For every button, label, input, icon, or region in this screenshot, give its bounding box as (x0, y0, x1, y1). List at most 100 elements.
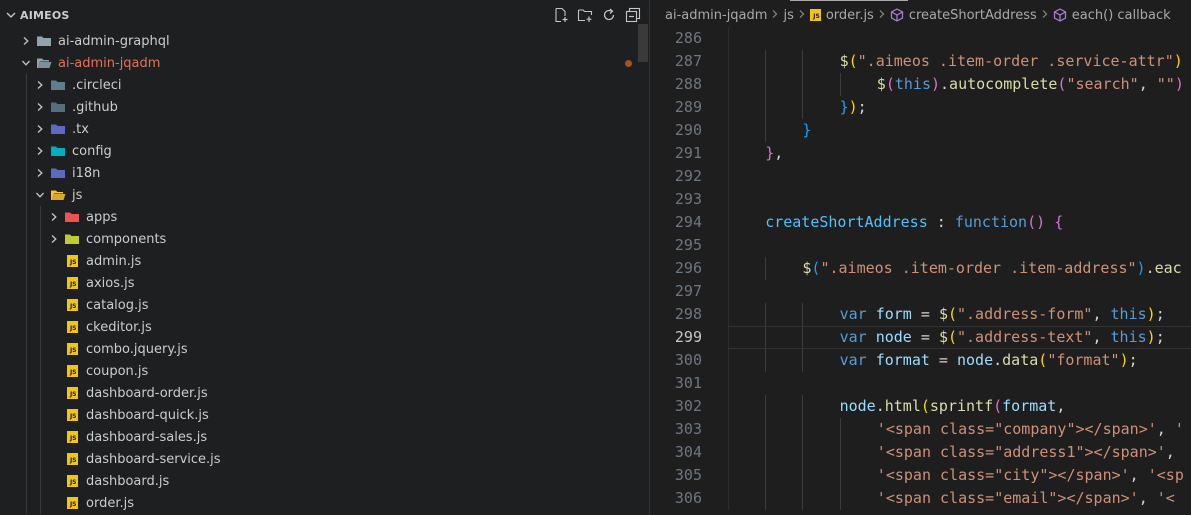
code-token: { (1054, 213, 1064, 231)
chevron-right-icon[interactable] (46, 209, 62, 225)
line-number: 299 (674, 328, 702, 346)
code-line[interactable]: 304 '<span class="address1"></span>', (650, 441, 1191, 464)
new-folder-icon[interactable] (577, 7, 593, 23)
code-token: $ (938, 328, 948, 346)
indent-guide (839, 487, 841, 510)
js-file-icon: JS (64, 385, 80, 401)
code-line[interactable]: 294 createShortAddress : function() { (650, 211, 1191, 234)
breadcrumb-item[interactable]: createShortAddress (890, 8, 1037, 23)
js-file-icon: JS (64, 341, 80, 357)
tree-folder-item[interactable]: .github (0, 96, 649, 118)
tree-file-item[interactable]: JS combo.jquery.js (0, 338, 649, 360)
tree-item-label: .circleci (72, 77, 122, 93)
code-area[interactable]: 286 287 $(".aimeos .item-order .service-at… (650, 27, 1191, 510)
line-number: 293 (674, 190, 702, 208)
tree-file-item[interactable]: JS admin.js (0, 250, 649, 272)
code-line[interactable]: 297 (650, 280, 1191, 303)
code-line[interactable]: 298 var form = $(".address-form", this); (650, 303, 1191, 326)
breadcrumb-item[interactable]: each() callback (1053, 8, 1171, 23)
tree-file-item[interactable]: JS catalog.js (0, 294, 649, 316)
tree-item-label: i18n (72, 165, 101, 181)
code-line[interactable]: 295 (650, 234, 1191, 257)
folder-icon (36, 33, 52, 49)
chevron-down-icon[interactable] (32, 187, 48, 203)
tree-file-item[interactable]: JS order.js (0, 492, 649, 514)
indent-guide (765, 487, 767, 510)
code-line[interactable]: 286 (650, 27, 1191, 50)
code-line[interactable]: 299 var node = $(".address-text", this); (650, 326, 1191, 349)
code-line[interactable]: 291}, (650, 142, 1191, 165)
code-token: node (957, 351, 994, 369)
tree-file-item[interactable]: JS coupon.js (0, 360, 649, 382)
code-line[interactable]: 302 node.html(sprintf(format, (650, 395, 1191, 418)
line-number: 294 (674, 213, 702, 231)
code-token: , (1056, 397, 1066, 415)
line-number: 292 (674, 167, 702, 185)
code-line[interactable]: 290} (650, 119, 1191, 142)
indent-guide (40, 338, 41, 360)
code-token: ) (1146, 328, 1156, 346)
chevron-right-icon[interactable] (46, 231, 62, 247)
indent-guide (40, 272, 41, 294)
code-line[interactable]: 305 '<span class="city"></span>', '<sp (650, 464, 1191, 487)
code-line[interactable]: 287 $(".aimeos .item-order .service-attr"… (650, 50, 1191, 73)
code-token: '<span class="city"></span>' (876, 466, 1130, 484)
code-line[interactable]: 300 var format = node.data("format"); (650, 349, 1191, 372)
tree-folder-item[interactable]: js (0, 184, 649, 206)
tree-folder-item[interactable]: ai-admin-graphql (0, 30, 649, 52)
code-token: } (802, 121, 812, 139)
code-token: sprintf (929, 397, 994, 415)
indent-guide (802, 73, 804, 96)
new-file-icon[interactable] (553, 7, 569, 23)
code-token: ".address-form" (957, 305, 1093, 323)
breadcrumb-item[interactable]: ai-admin-jqadm (665, 8, 767, 23)
code-line[interactable]: 301 (650, 372, 1191, 395)
tree-file-item[interactable]: JS ckeditor.js (0, 316, 649, 338)
tree-folder-item[interactable]: components (0, 228, 649, 250)
tree-folder-item[interactable]: config (0, 140, 649, 162)
breadcrumb-item[interactable]: js (783, 8, 793, 23)
tree-file-item[interactable]: JS dashboard-sales.js (0, 426, 649, 448)
tree-file-item[interactable]: JS dashboard-order.js (0, 382, 649, 404)
code-text: '<span class="company"></span>', ' (728, 418, 1184, 441)
indent-guide (26, 492, 27, 514)
code-line[interactable]: 293 (650, 188, 1191, 211)
tree-folder-item[interactable]: apps (0, 206, 649, 228)
tree-folder-item[interactable]: .circleci (0, 74, 649, 96)
tree-file-item[interactable]: JS dashboard-service.js (0, 448, 649, 470)
tree-file-item[interactable]: JS dashboard-quick.js (0, 404, 649, 426)
code-token: ) (1119, 351, 1129, 369)
explorer-header[interactable]: AIMEOS (0, 0, 649, 30)
tree-folder-item[interactable]: ai-admin-jqadm (0, 52, 649, 74)
chevron-right-icon[interactable] (32, 121, 48, 137)
line-number: 286 (674, 29, 702, 47)
indent-guide (26, 140, 27, 162)
breadcrumb-item[interactable]: JS order.js (809, 8, 874, 23)
tree-folder-item[interactable]: i18n (0, 162, 649, 184)
chevron-right-icon[interactable] (32, 165, 48, 181)
code-line[interactable]: 289}); (650, 96, 1191, 119)
chevron-right-icon[interactable] (32, 99, 48, 115)
chevron-down-icon[interactable] (18, 55, 34, 71)
code-line[interactable]: 292 (650, 165, 1191, 188)
code-line[interactable]: 303 '<span class="company"></span>', ' (650, 418, 1191, 441)
code-line[interactable]: 288 $(this).autocomplete("search", "") (650, 73, 1191, 96)
code-line[interactable]: 296 $(".aimeos .item-order .item-address"… (650, 257, 1191, 280)
indent-guide (40, 404, 41, 426)
code-token: '<sp (1147, 466, 1184, 484)
indent-guide (26, 360, 27, 382)
code-text: '<span class="email"></span>', '< (728, 487, 1175, 510)
folder-components-icon (64, 231, 80, 247)
tree-folder-item[interactable]: .tx (0, 118, 649, 140)
indent-guide (40, 206, 41, 228)
chevron-right-icon[interactable] (18, 33, 34, 49)
chevron-down-icon[interactable] (4, 8, 18, 22)
tree-file-item[interactable]: JS dashboard.js (0, 470, 649, 492)
chevron-right-icon[interactable] (32, 77, 48, 93)
chevron-right-icon[interactable] (32, 143, 48, 159)
tree-file-item[interactable]: JS axios.js (0, 272, 649, 294)
collapse-all-icon[interactable] (625, 7, 641, 23)
code-line[interactable]: 306 '<span class="email"></span>', '< (650, 487, 1191, 510)
explorer-scrollbar[interactable] (638, 24, 648, 62)
refresh-icon[interactable] (601, 7, 617, 23)
